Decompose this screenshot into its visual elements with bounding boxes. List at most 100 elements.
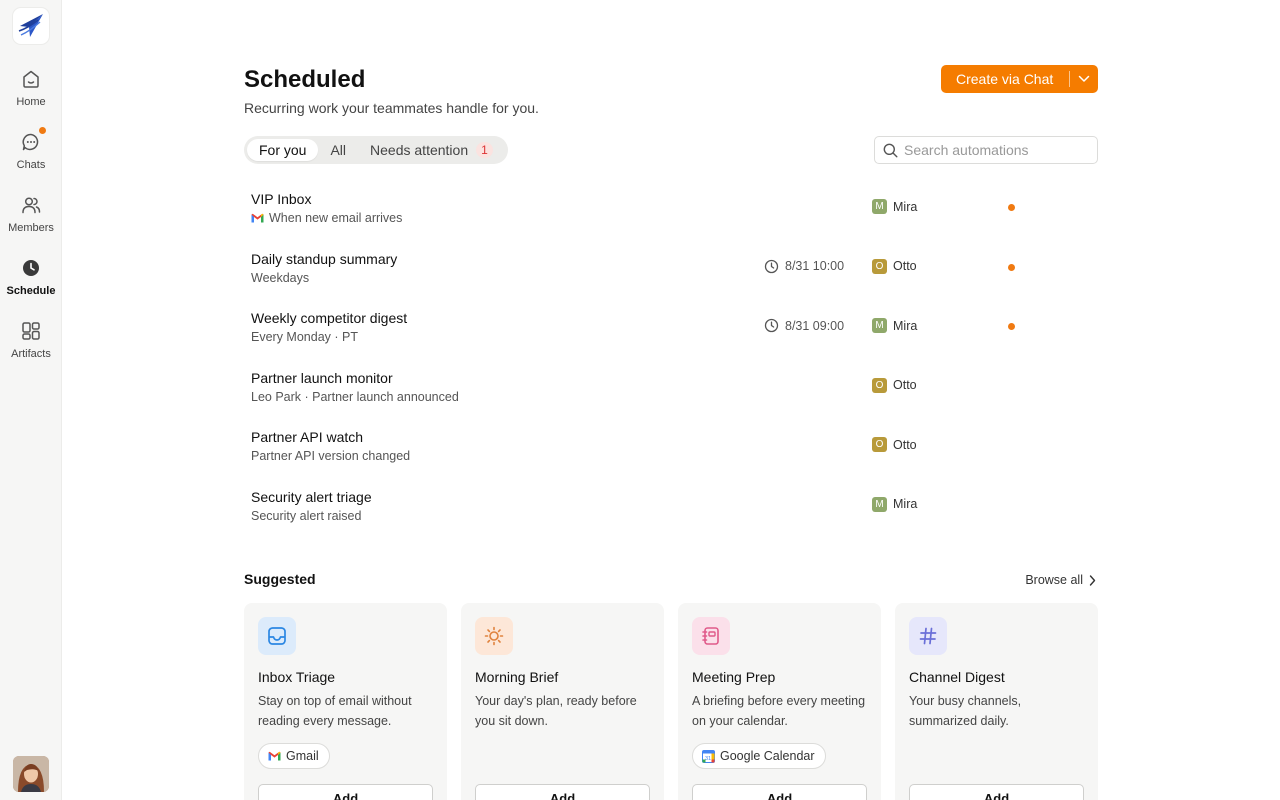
card-description: Your day's plan, ready before you sit do…	[475, 694, 637, 728]
automation-subtitle: When new email arrives	[269, 211, 403, 225]
tab-all[interactable]: All	[318, 139, 358, 161]
page-title: Scheduled	[244, 66, 366, 93]
members-icon	[20, 194, 42, 216]
automation-title: Daily standup summary	[251, 250, 398, 267]
gmail-icon	[251, 213, 264, 223]
sun-icon	[475, 617, 513, 655]
card-title: Morning Brief	[475, 669, 559, 685]
chevron-right-icon	[1089, 574, 1096, 586]
create-options-dropdown[interactable]	[1070, 65, 1098, 93]
next-run-value: 8/31 09:00	[785, 318, 845, 333]
create-via-chat-label: Create via Chat	[956, 71, 1054, 87]
sidebar-item-artifacts[interactable]: Artifacts	[0, 318, 62, 376]
suggested-heading: Suggested	[244, 571, 316, 587]
automation-subtitle: Weekdays	[251, 270, 310, 285]
chat-icon	[20, 127, 46, 153]
automation-owner: O Otto	[872, 377, 917, 393]
card-title: Inbox Triage	[258, 669, 336, 685]
search-box[interactable]	[874, 136, 1098, 164]
integration-pill: Gmail	[258, 743, 330, 769]
sidebar-item-chats[interactable]: Chats	[0, 127, 62, 187]
owner-avatar: O	[872, 437, 887, 452]
add-meeting-prep-button[interactable]: Add	[692, 784, 867, 800]
chevron-down-icon	[1078, 75, 1090, 82]
sidebar: Home Chats Members Schedule Artifacts	[0, 0, 62, 800]
clock-outline-icon	[764, 318, 779, 333]
artifacts-icon	[20, 320, 42, 342]
tab-for-you[interactable]: For you	[247, 139, 319, 161]
suggestion-card-channel-digest[interactable]: Channel Digest Your busy channels, summa…	[895, 603, 1098, 800]
add-channel-digest-button[interactable]: Add	[909, 784, 1084, 800]
card-description: Your busy channels, summarized daily.	[909, 694, 1022, 728]
user-avatar-image	[13, 756, 49, 792]
automation-row-partner-launch[interactable]: Partner launch monitor Leo Park · Partne…	[244, 357, 1098, 417]
sidebar-item-members[interactable]: Members	[0, 192, 62, 250]
attention-dot	[1008, 323, 1015, 330]
card-title: Channel Digest	[909, 669, 1005, 685]
sidebar-item-label: Chats	[16, 159, 46, 171]
automation-owner: M Mira	[872, 318, 917, 333]
clock-icon	[20, 257, 42, 279]
create-via-chat-button[interactable]: Create via Chat	[941, 65, 1098, 93]
automation-subtitle: Every Monday · PT	[251, 330, 358, 344]
sidebar-item-label: Members	[8, 222, 54, 234]
inbox-icon	[258, 617, 296, 655]
suggestion-card-morning-brief[interactable]: Morning Brief Your day's plan, ready bef…	[461, 603, 664, 800]
automation-row-weekly-competitor[interactable]: Weekly competitor digest Every Monday · …	[244, 297, 1098, 357]
search-input[interactable]	[904, 142, 1084, 158]
automation-row-vip-inbox[interactable]: VIP Inbox When new email arrives M Mira	[244, 178, 1098, 238]
suggested-cards: Inbox Triage Stay on top of email withou…	[244, 603, 1098, 800]
sidebar-item-schedule[interactable]: Schedule	[0, 255, 62, 313]
automation-owner: O Otto	[872, 437, 917, 452]
owner-name: Otto	[893, 259, 917, 273]
app-logo[interactable]	[13, 8, 49, 44]
owner-avatar: M	[872, 496, 887, 512]
tab-label: Needs attention	[370, 142, 469, 158]
owner-name: Otto	[893, 378, 917, 392]
owner-avatar: O	[872, 377, 887, 393]
notification-dot	[39, 127, 46, 134]
owner-name: Otto	[893, 437, 917, 452]
suggestion-card-inbox-triage[interactable]: Inbox Triage Stay on top of email withou…	[244, 603, 447, 800]
hash-icon	[909, 617, 947, 655]
add-morning-brief-button[interactable]: Add	[475, 784, 650, 800]
page-subtitle: Recurring work your teammates handle for…	[244, 100, 539, 116]
sidebar-item-label: Home	[16, 96, 46, 108]
attention-dot	[1008, 204, 1015, 211]
sidebar-item-home[interactable]: Home	[0, 66, 62, 124]
automation-subtitle: Security alert raised	[251, 508, 362, 523]
card-title: Meeting Prep	[692, 669, 776, 685]
owner-avatar: M	[872, 199, 887, 214]
integration-label: Google Calendar	[720, 749, 815, 763]
automation-subtitle: Partner API version changed	[251, 449, 411, 463]
owner-name: Mira	[893, 199, 918, 214]
filter-tabs: For you All Needs attention 1	[244, 136, 508, 164]
automation-row-partner-api[interactable]: Partner API watch Partner API version ch…	[244, 416, 1098, 476]
next-run-time: 8/31 10:00	[764, 259, 844, 274]
add-inbox-triage-button[interactable]: Add	[258, 784, 433, 800]
automation-row-security-alert[interactable]: Security alert triage Security alert rai…	[244, 476, 1098, 536]
automation-owner: O Otto	[872, 258, 917, 274]
main-content: Scheduled Recurring work your teammates …	[244, 0, 1098, 800]
automation-row-daily-standup[interactable]: Daily standup summary Weekdays 8/31 10:0…	[244, 238, 1098, 298]
count-badge: 1	[476, 142, 493, 158]
browse-all-link[interactable]: Browse all	[1025, 573, 1096, 587]
next-run-time: 8/31 09:00	[764, 318, 844, 333]
notebook-icon	[692, 617, 730, 655]
home-icon	[20, 68, 42, 90]
tab-needs-attention[interactable]: Needs attention 1	[358, 139, 505, 161]
sidebar-item-label: Artifacts	[11, 348, 51, 360]
owner-name: Mira	[893, 497, 918, 511]
automation-title: Security alert triage	[251, 488, 372, 505]
automation-title: VIP Inbox	[251, 191, 312, 207]
attention-dot	[1008, 263, 1015, 271]
svg-text:31: 31	[705, 756, 711, 762]
card-description: A briefing before every meeting on your …	[692, 694, 866, 728]
card-description: Stay on top of email without reading eve…	[258, 694, 412, 728]
suggestion-card-meeting-prep[interactable]: Meeting Prep A briefing before every mee…	[678, 603, 881, 800]
user-avatar[interactable]	[13, 756, 49, 792]
paper-plane-logo-icon	[18, 14, 43, 37]
automation-title: Partner API watch	[251, 429, 364, 445]
automation-title: Weekly competitor digest	[251, 310, 408, 326]
google-calendar-icon: 31	[702, 749, 715, 763]
